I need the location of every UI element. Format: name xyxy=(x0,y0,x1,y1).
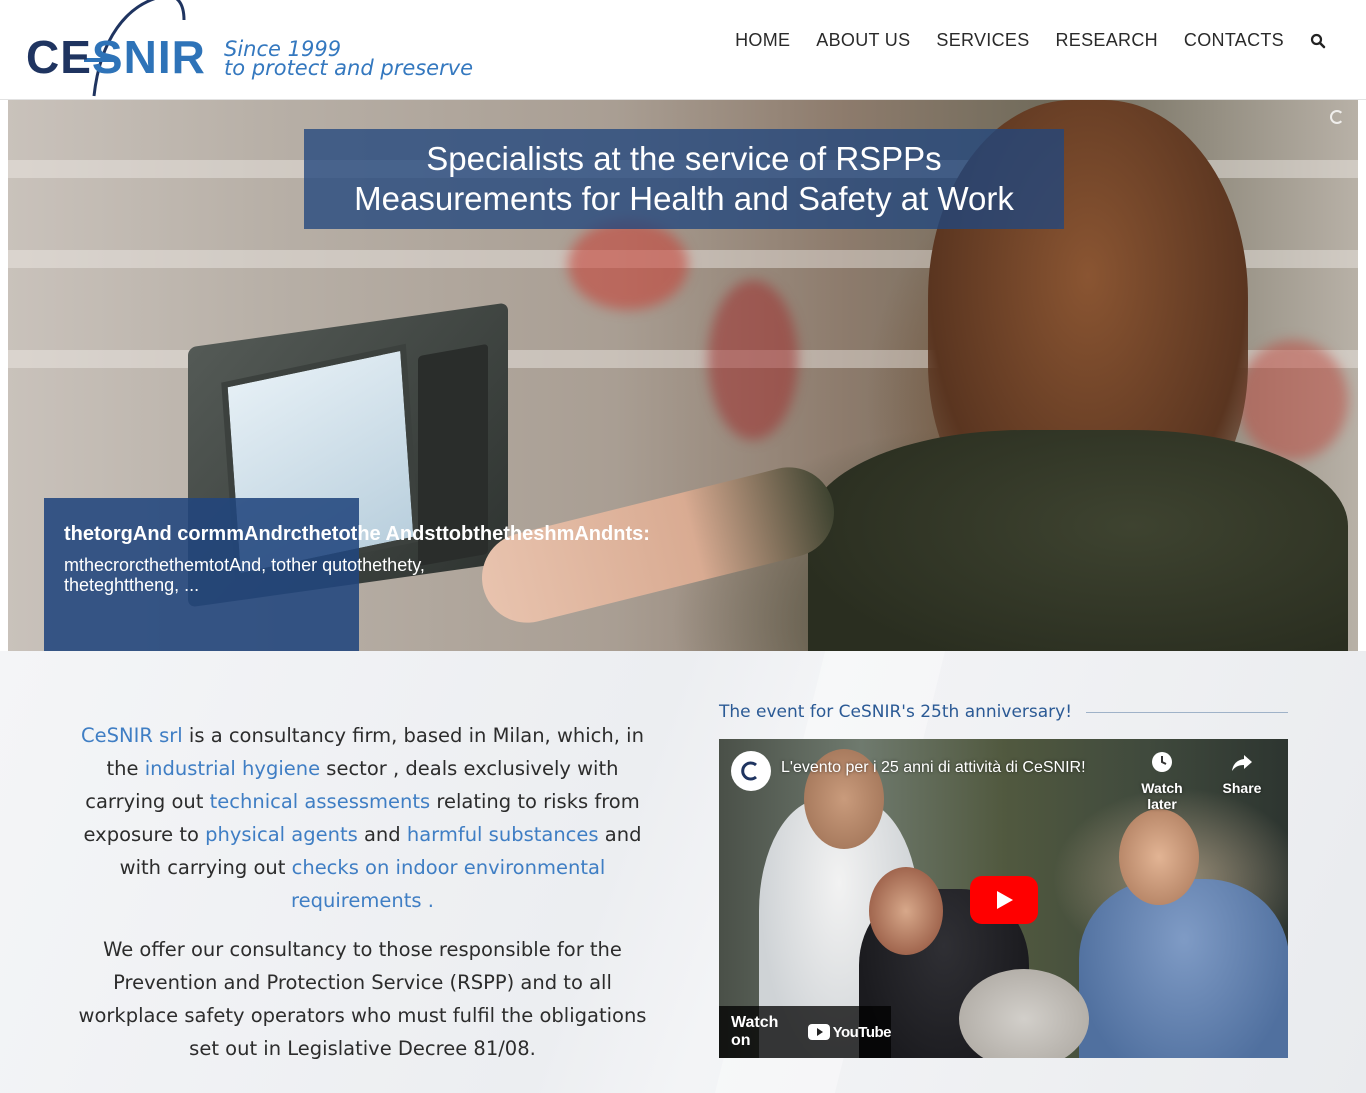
event-heading: The event for CeSNIR's 25th anniversary! xyxy=(719,702,1073,722)
hero-bg-blur xyxy=(708,280,798,440)
hero-bg-blur xyxy=(1238,340,1348,460)
watch-later-label: Watch later xyxy=(1141,780,1183,812)
logo-wordmark: CESNIR xyxy=(26,31,206,83)
video-title[interactable]: L'evento per i 25 anni di attività di Ce… xyxy=(781,759,1086,777)
nav-services[interactable]: SERVICES xyxy=(936,30,1029,51)
site-logo[interactable]: CESNIR Since 1999 to protect and preserv… xyxy=(26,0,486,100)
nav-contacts[interactable]: CONTACTS xyxy=(1184,30,1284,51)
video-thumb-figure xyxy=(869,867,943,955)
intro-text-span: and xyxy=(357,823,407,846)
play-icon xyxy=(997,891,1013,909)
nav-about-us[interactable]: ABOUT US xyxy=(816,30,910,51)
youtube-logo: YouTube xyxy=(807,1023,892,1041)
event-heading-divider xyxy=(1086,711,1288,713)
nav-home[interactable]: HOME xyxy=(735,30,790,51)
channel-avatar[interactable] xyxy=(731,751,771,791)
hero-person-arm xyxy=(472,457,844,633)
youtube-video-embed[interactable]: L'evento per i 25 anni di attività di Ce… xyxy=(719,739,1288,1058)
hero-title-line2: Measurements for Health and Safety at Wo… xyxy=(354,180,1014,217)
youtube-icon xyxy=(807,1024,830,1040)
share-icon xyxy=(1232,755,1252,771)
hero-caption-title: thetorgAnd cormmAndrcthetothe Andsttobth… xyxy=(64,523,650,545)
watch-on-youtube-button[interactable]: Watch on YouTube xyxy=(719,1006,892,1058)
link-cesnir[interactable]: CeSNIR srl xyxy=(81,724,183,747)
intro-paragraph-2: We offer our consultancy to those respon… xyxy=(78,938,647,1060)
link-harmful-substances[interactable]: harmful substances xyxy=(407,823,599,846)
video-thumb-figure xyxy=(1119,809,1199,905)
intro-text: CeSNIR srl is a consultancy firm, based … xyxy=(70,719,655,1065)
link-technical-assessments[interactable]: technical assessments xyxy=(210,790,431,813)
watch-later-button[interactable]: Watch later xyxy=(1132,751,1192,812)
main-nav: HOME ABOUT US SERVICES RESEARCH CONTACTS xyxy=(709,30,1326,51)
cesnir-channel-icon xyxy=(741,761,757,781)
youtube-wordmark: YouTube xyxy=(832,1023,892,1041)
link-physical-agents[interactable]: physical agents xyxy=(205,823,358,846)
hero-caption-text: mthecrorcthethemtotAnd, tother qutotheth… xyxy=(64,555,425,595)
hero-title-box: Specialists at the service of RSPPs Meas… xyxy=(304,129,1064,229)
hero-person-body xyxy=(808,430,1348,651)
nav-research[interactable]: RESEARCH xyxy=(1056,30,1158,51)
play-button[interactable] xyxy=(970,876,1038,924)
tagline-line2: to protect and preserve xyxy=(224,56,474,80)
event-heading-row: The event for CeSNIR's 25th anniversary! xyxy=(719,702,1288,722)
slider-loading-icon xyxy=(1330,110,1344,124)
main-content: CeSNIR srl is a consultancy firm, based … xyxy=(0,651,1366,1093)
watch-on-label: Watch on xyxy=(731,1014,779,1049)
share-label: Share xyxy=(1222,780,1262,796)
video-thumb-figure xyxy=(1079,879,1288,1058)
video-thumb-figure xyxy=(959,969,1089,1058)
hero-slider: Specialists at the service of RSPPs Meas… xyxy=(8,100,1358,651)
clock-icon xyxy=(1152,752,1172,772)
event-section: The event for CeSNIR's 25th anniversary! xyxy=(719,702,1288,722)
hero-title-line1: Specialists at the service of RSPPs xyxy=(426,140,942,177)
intro-paragraph-1: CeSNIR srl is a consultancy firm, based … xyxy=(70,719,655,917)
link-indoor-checks[interactable]: checks on indoor environmental requireme… xyxy=(291,856,605,912)
link-industrial-hygiene[interactable]: industrial hygiene xyxy=(145,757,320,780)
hero-caption-box[interactable]: thetorgAnd cormmAndrcthetothe Andsttobth… xyxy=(44,498,650,651)
hero-bg-blur xyxy=(568,220,688,310)
logo-tagline: Since 1999 to protect and preserve xyxy=(224,39,474,80)
site-header: CESNIR Since 1999 to protect and preserv… xyxy=(0,0,1366,100)
share-button[interactable]: Share xyxy=(1212,751,1272,796)
search-icon[interactable] xyxy=(1310,33,1326,49)
